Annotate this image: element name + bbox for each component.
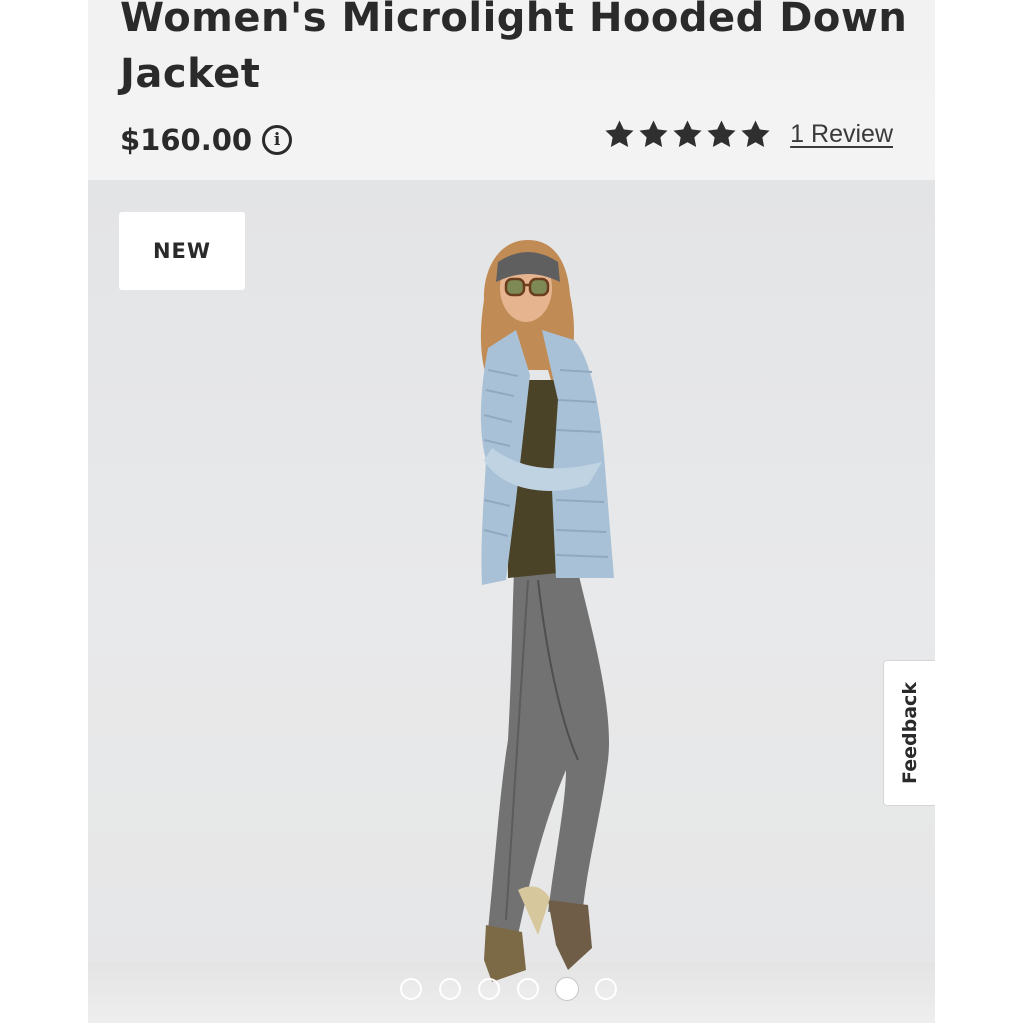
star-icon (707, 120, 736, 148)
new-badge: NEW (119, 212, 245, 290)
star-icon (639, 120, 668, 148)
carousel-dot[interactable] (439, 978, 461, 1000)
product-price: $160.00 (120, 123, 253, 157)
carousel-dot[interactable] (478, 978, 500, 1000)
star-icon (741, 120, 770, 148)
star-rating (603, 118, 772, 151)
product-rating: 1 Review (603, 118, 893, 151)
star-icon (673, 120, 702, 148)
product-header: Women's Microlight Hooded Down Jacket $1… (88, 0, 935, 180)
carousel-dot[interactable] (556, 978, 578, 1000)
product-photo (480, 240, 614, 982)
star-icon (605, 120, 634, 148)
carousel-pagination (400, 978, 617, 1000)
feedback-label: Feedback (898, 682, 921, 784)
info-icon[interactable]: i (262, 125, 293, 155)
carousel-dot[interactable] (595, 978, 617, 1000)
product-image-gallery[interactable]: NEW Feedback (88, 180, 935, 1023)
product-title: Women's Microlight Hooded Down Jacket (120, 0, 908, 97)
price-row: $160.00 i (120, 120, 293, 160)
review-count-link[interactable]: 1 Review (790, 120, 893, 149)
feedback-tab[interactable]: Feedback (883, 660, 935, 806)
carousel-dot[interactable] (400, 978, 422, 1000)
carousel-dot[interactable] (517, 978, 539, 1000)
product-page: Women's Microlight Hooded Down Jacket $1… (88, 0, 935, 1023)
